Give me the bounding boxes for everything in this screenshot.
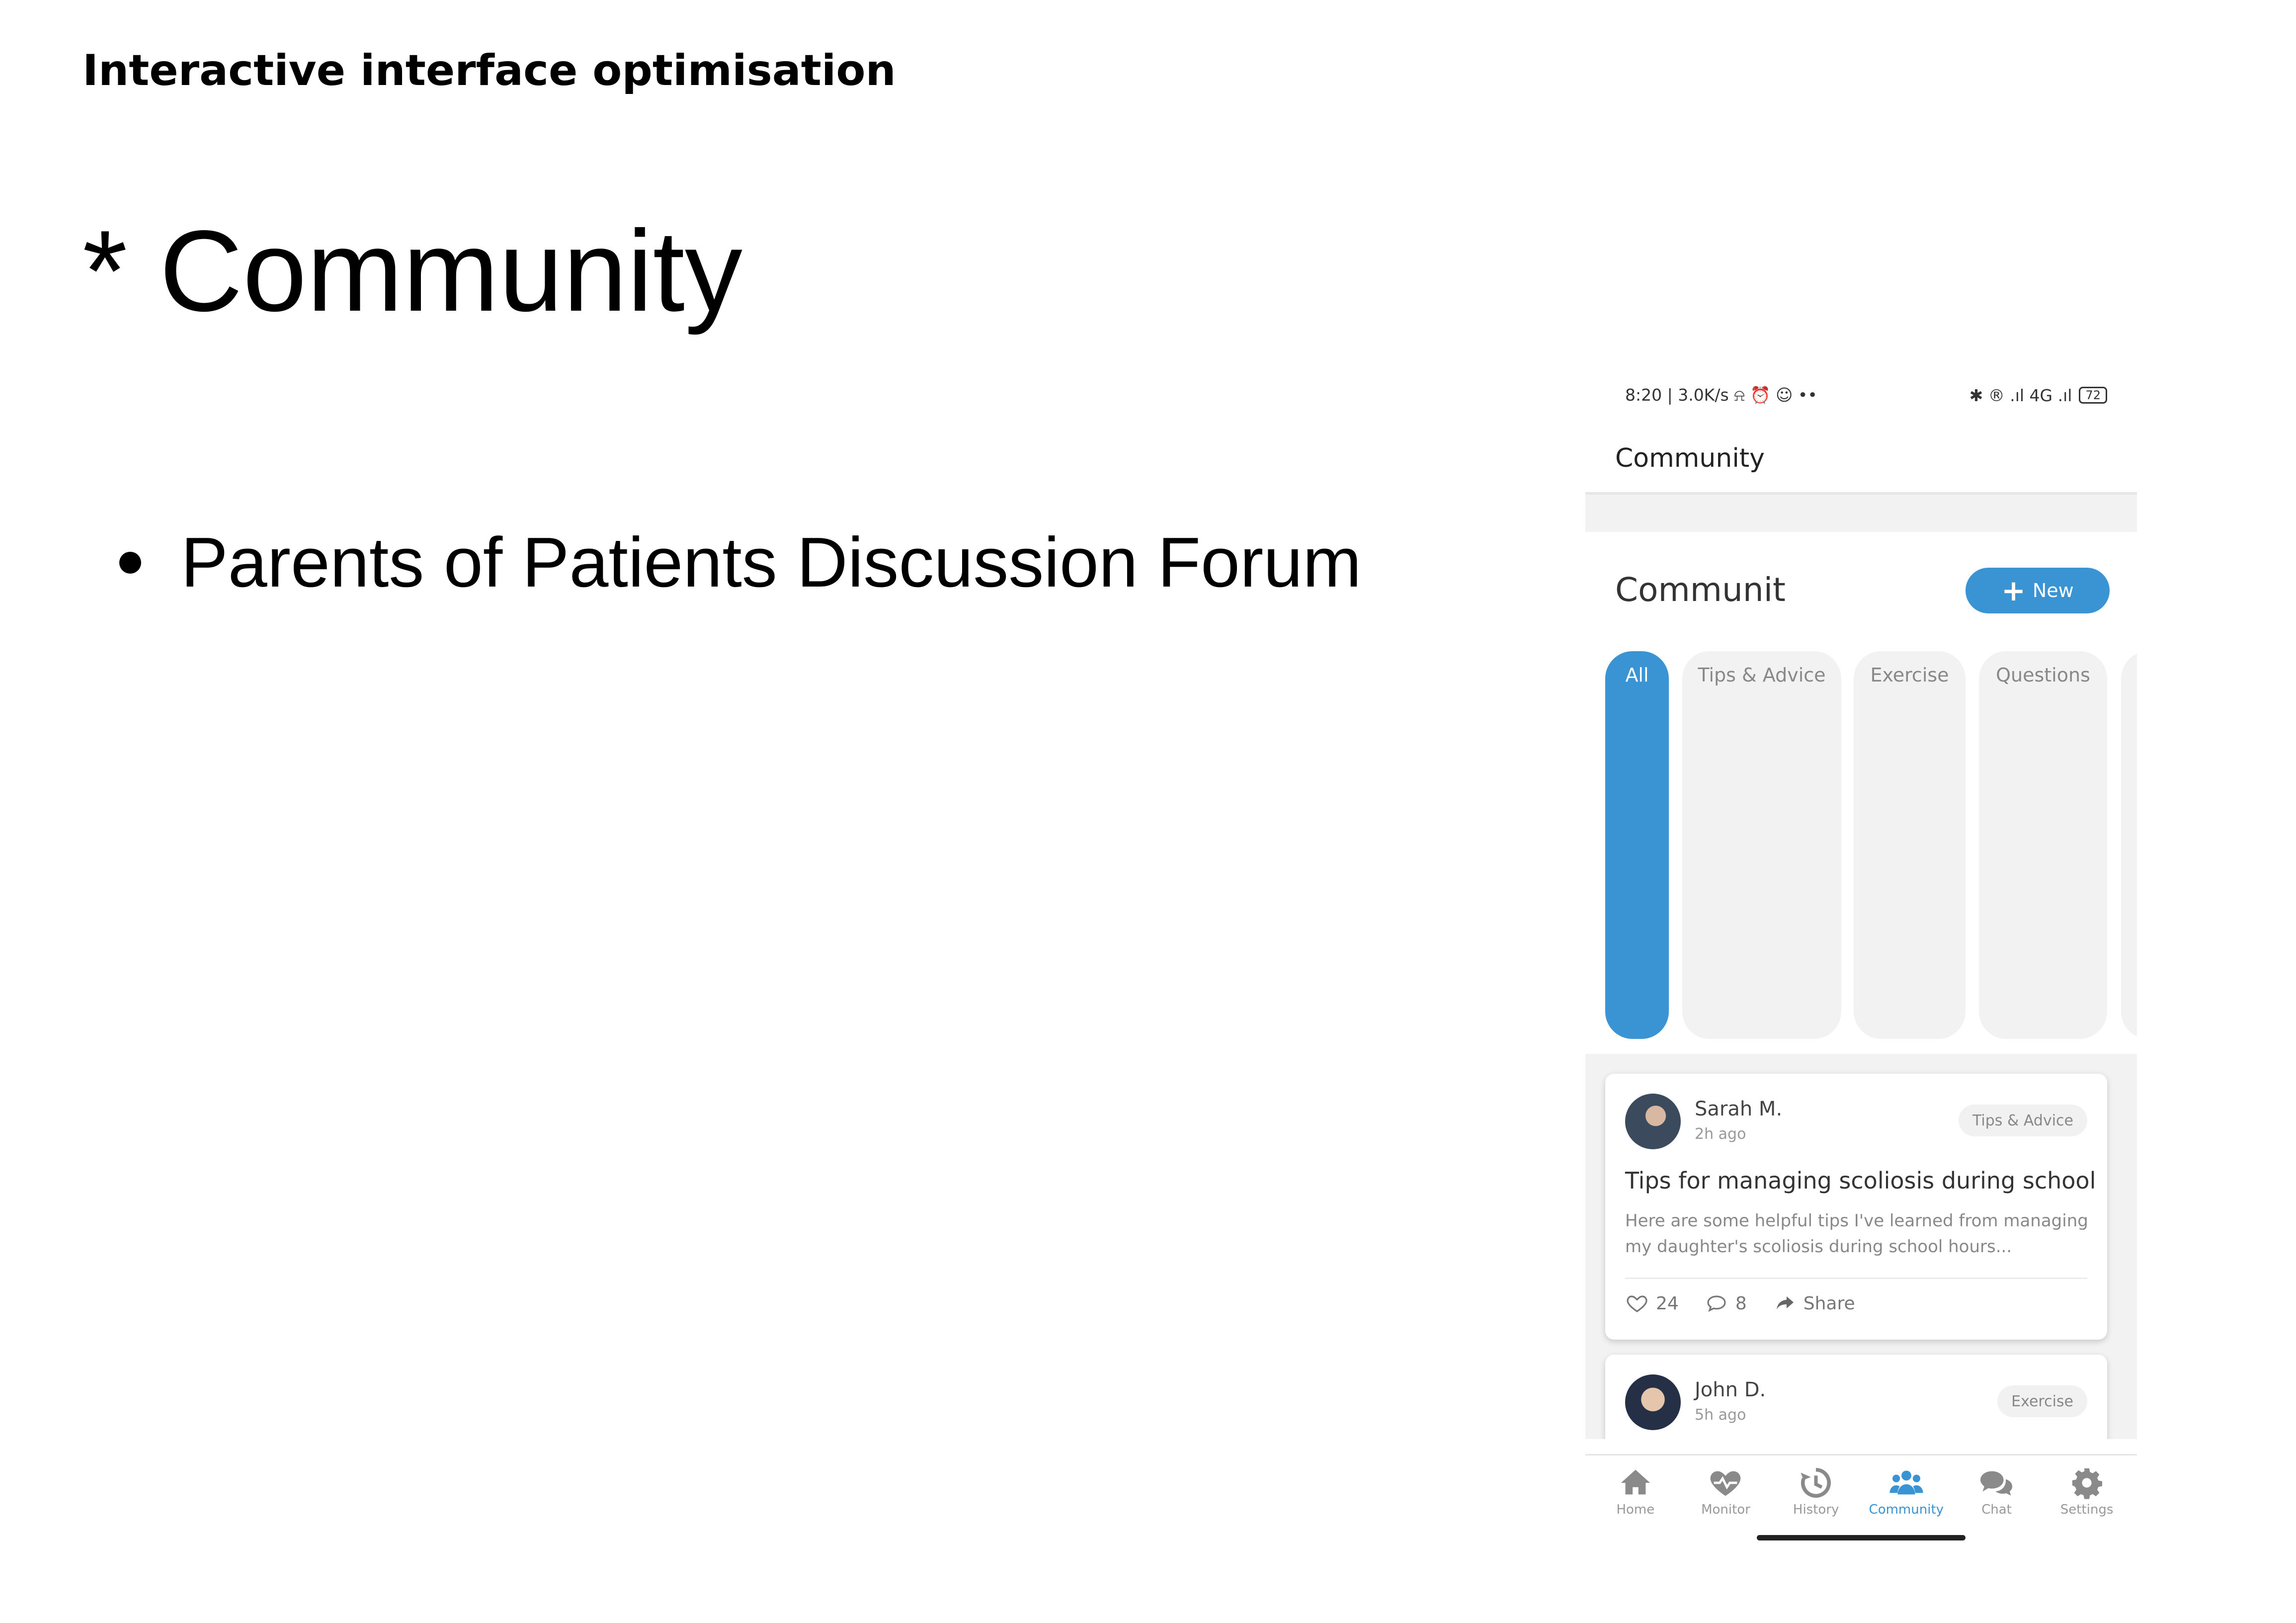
bullet-item: Parents of Patients Discussion Forum — [119, 522, 1362, 603]
heart-icon — [1627, 1295, 1647, 1312]
status-icons: ✱ ® .ıl 4G .ıl — [1969, 385, 2072, 405]
divider-band — [1585, 495, 2137, 532]
bottom-nav: Home Monitor History Community Chat Sett… — [1585, 1454, 2137, 1546]
nav-chat[interactable]: Chat — [1954, 1465, 2039, 1517]
nav-label: Settings — [2060, 1502, 2114, 1517]
status-left: 8:20 | 3.0K/s ⍾ ⏰ ☺ •• — [1625, 385, 1817, 405]
avatar — [1625, 1374, 1681, 1430]
new-post-button[interactable]: + New — [1966, 568, 2110, 613]
post-feed[interactable]: Sarah M. 2h ago Tips & Advice Tips for m… — [1585, 1054, 2137, 1439]
nav-history[interactable]: History — [1774, 1465, 1858, 1517]
nav-monitor[interactable]: Monitor — [1683, 1465, 1768, 1517]
nav-label: Home — [1616, 1502, 1655, 1517]
plus-icon: + — [2001, 574, 2026, 607]
nav-label: Chat — [1981, 1502, 2012, 1517]
share-button[interactable]: Share — [1773, 1291, 1855, 1315]
post-actions: 24 8 Share — [1625, 1291, 1855, 1315]
tab-exercise[interactable]: Exercise — [1854, 651, 1966, 1039]
like-button[interactable]: 24 — [1625, 1291, 1679, 1315]
nav-label: Monitor — [1701, 1502, 1750, 1517]
post-card[interactable]: Sarah M. 2h ago Tips & Advice Tips for m… — [1605, 1074, 2107, 1340]
community-heading: Communit — [1615, 571, 1786, 609]
nav-community[interactable]: Community — [1864, 1465, 1949, 1517]
post-author: Sarah M. — [1695, 1098, 1783, 1120]
share-icon — [1776, 1296, 1794, 1309]
home-icon — [1621, 1469, 1650, 1495]
bullet-dot — [119, 552, 141, 574]
nav-label: Community — [1869, 1502, 1944, 1517]
tab-more[interactable] — [2121, 651, 2137, 1039]
post-title[interactable]: Tips for managing scoliosis during schoo… — [1625, 1167, 2096, 1194]
bullet-text: Parents of Patients Discussion Forum — [181, 523, 1362, 602]
share-label: Share — [1803, 1293, 1855, 1314]
nav-label: History — [1793, 1502, 1839, 1517]
nav-settings[interactable]: Settings — [2045, 1465, 2129, 1517]
like-count: 24 — [1656, 1293, 1679, 1314]
comment-icon — [1707, 1295, 1726, 1312]
users-icon — [1889, 1470, 1923, 1495]
avatar — [1625, 1094, 1681, 1149]
status-bar: 8:20 | 3.0K/s ⍾ ⏰ ☺ •• ✱ ® .ıl 4G .ıl 72 — [1585, 368, 2137, 423]
slide-subtitle: Interactive interface optimisation — [82, 46, 896, 95]
community-header: Communit + New — [1585, 532, 2137, 651]
app-bar: Community — [1585, 423, 2137, 495]
post-body: Here are some helpful tips I've learned … — [1625, 1211, 2088, 1257]
nav-home[interactable]: Home — [1593, 1465, 1678, 1517]
heart-pulse-icon — [1711, 1471, 1741, 1496]
app-bar-title: Community — [1615, 443, 1765, 473]
battery-icon: 72 — [2079, 387, 2107, 404]
tab-all[interactable]: All — [1605, 651, 1669, 1039]
card-divider — [1625, 1278, 2087, 1279]
status-right: ✱ ® .ıl 4G .ıl 72 — [1969, 386, 2107, 405]
post-card[interactable]: John D. 5h ago Exercise — [1605, 1355, 2107, 1439]
tab-tips-advice[interactable]: Tips & Advice — [1682, 651, 1841, 1039]
post-time: 5h ago — [1695, 1406, 1746, 1424]
chat-icon — [1980, 1471, 2013, 1496]
category-tabs: All Tips & Advice Exercise Questions — [1605, 651, 2137, 1039]
new-post-label: New — [2032, 580, 2074, 601]
slide-title: * Community — [82, 207, 742, 336]
post-author: John D. — [1695, 1378, 1766, 1401]
post-time: 2h ago — [1695, 1125, 1746, 1143]
history-icon — [1801, 1467, 1831, 1498]
home-indicator[interactable] — [1757, 1535, 1966, 1540]
comment-button[interactable]: 8 — [1705, 1291, 1747, 1315]
comment-count: 8 — [1735, 1293, 1747, 1314]
post-tag: Exercise — [1997, 1385, 2087, 1417]
tab-questions[interactable]: Questions — [1979, 651, 2107, 1039]
post-tag: Tips & Advice — [1959, 1105, 2087, 1136]
gear-icon — [2072, 1468, 2103, 1499]
phone-screenshot: 8:20 | 3.0K/s ⍾ ⏰ ☺ •• ✱ ® .ıl 4G .ıl 72… — [1585, 368, 2137, 1546]
